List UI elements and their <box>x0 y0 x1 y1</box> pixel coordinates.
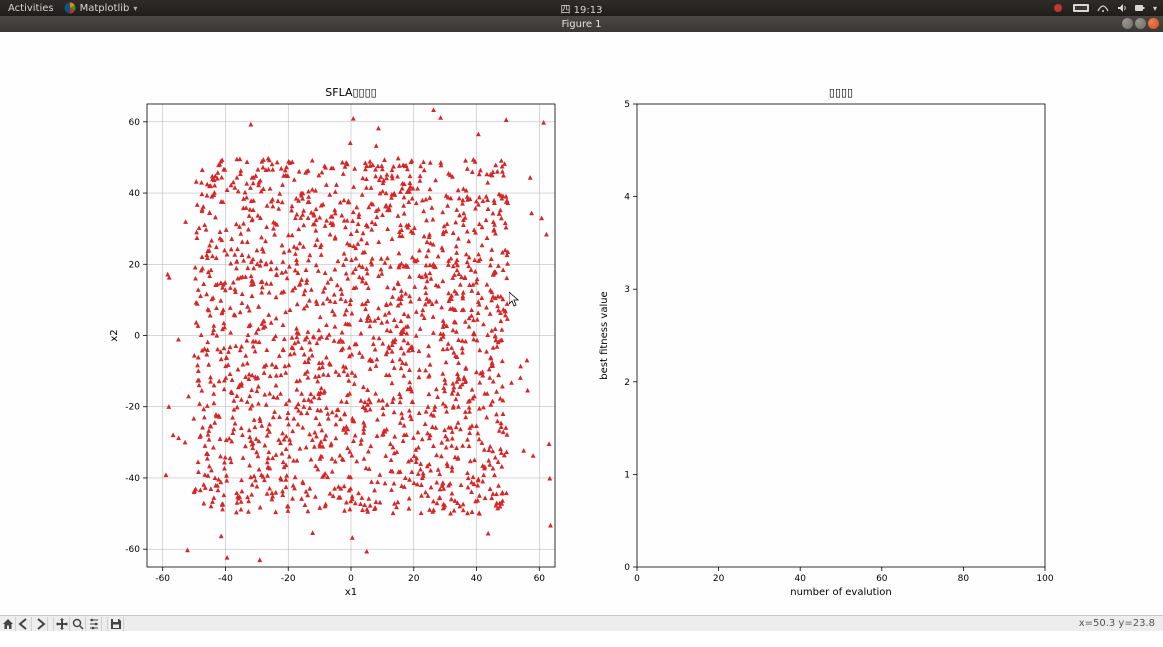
keyboard-icon[interactable] <box>1073 3 1089 13</box>
svg-text:20: 20 <box>408 574 420 584</box>
svg-text:0: 0 <box>634 574 640 584</box>
svg-text:number of evalution: number of evalution <box>790 587 892 598</box>
battery-icon[interactable] <box>1135 3 1145 13</box>
svg-text:80: 80 <box>958 574 970 584</box>
svg-text:100: 100 <box>1036 574 1053 584</box>
svg-text:-20: -20 <box>125 403 140 413</box>
svg-text:20: 20 <box>129 260 141 270</box>
window-title: Figure 1 <box>561 19 601 30</box>
svg-text:-40: -40 <box>218 574 233 584</box>
svg-text:60: 60 <box>534 574 546 584</box>
back-button[interactable] <box>16 617 32 631</box>
svg-text:best fitness value: best fitness value <box>599 291 610 379</box>
activities-button[interactable]: Activities <box>8 3 54 14</box>
svg-text:2: 2 <box>624 378 630 388</box>
mouse-cursor-icon <box>509 292 521 308</box>
svg-text:1: 1 <box>624 470 630 480</box>
matplotlib-icon <box>64 2 76 14</box>
svg-text:x1: x1 <box>345 587 357 598</box>
svg-text:0: 0 <box>624 563 630 573</box>
svg-text:-60: -60 <box>125 545 140 555</box>
pan-button[interactable] <box>54 617 70 631</box>
svg-text:x2: x2 <box>109 329 120 341</box>
svg-text:0: 0 <box>348 574 354 584</box>
window-close-button[interactable] <box>1148 18 1159 29</box>
window-titlebar: Figure 1 <box>0 16 1163 32</box>
svg-text:60: 60 <box>129 118 141 128</box>
volume-icon[interactable] <box>1117 3 1127 13</box>
clock[interactable]: 四 19:13 <box>561 1 603 16</box>
gnome-topbar: Activities Matplotlib ▾ 四 19:13 ▾ <box>0 0 1163 16</box>
matplotlib-toolbar: x=50.3 y=23.8 <box>0 615 1163 631</box>
forward-button[interactable] <box>32 617 48 631</box>
zoom-button[interactable] <box>70 617 86 631</box>
svg-text:-20: -20 <box>281 574 296 584</box>
svg-text:▯▯▯▯: ▯▯▯▯ <box>829 86 853 99</box>
svg-text:3: 3 <box>624 285 630 295</box>
network-icon[interactable] <box>1097 3 1109 13</box>
svg-text:SFLA▯▯▯▯: SFLA▯▯▯▯ <box>325 86 376 99</box>
svg-text:20: 20 <box>713 574 725 584</box>
svg-text:0: 0 <box>134 332 140 342</box>
figure-svg: -60-40-200204060-60-40-200204060x1x2SFLA… <box>0 32 1163 631</box>
chevron-down-icon[interactable]: ▾ <box>1153 4 1157 13</box>
figure-canvas[interactable]: -60-40-200204060-60-40-200204060x1x2SFLA… <box>0 32 1163 631</box>
app-menu[interactable]: Matplotlib ▾ <box>64 2 138 14</box>
chevron-down-icon: ▾ <box>133 4 137 13</box>
record-icon[interactable] <box>1053 3 1065 13</box>
app-menu-label: Matplotlib <box>80 3 130 14</box>
configure-button[interactable] <box>86 617 102 631</box>
home-button[interactable] <box>0 617 16 631</box>
svg-text:-60: -60 <box>155 574 170 584</box>
window-maximize-button[interactable] <box>1135 18 1146 29</box>
svg-text:40: 40 <box>129 189 141 199</box>
svg-text:60: 60 <box>876 574 888 584</box>
window-minimize-button[interactable] <box>1122 18 1133 29</box>
svg-text:40: 40 <box>471 574 483 584</box>
svg-text:-40: -40 <box>125 474 140 484</box>
save-button[interactable] <box>108 617 124 631</box>
svg-text:4: 4 <box>624 193 630 203</box>
svg-text:5: 5 <box>624 100 630 110</box>
cursor-coords: x=50.3 y=23.8 <box>1079 618 1163 629</box>
svg-text:40: 40 <box>794 574 806 584</box>
